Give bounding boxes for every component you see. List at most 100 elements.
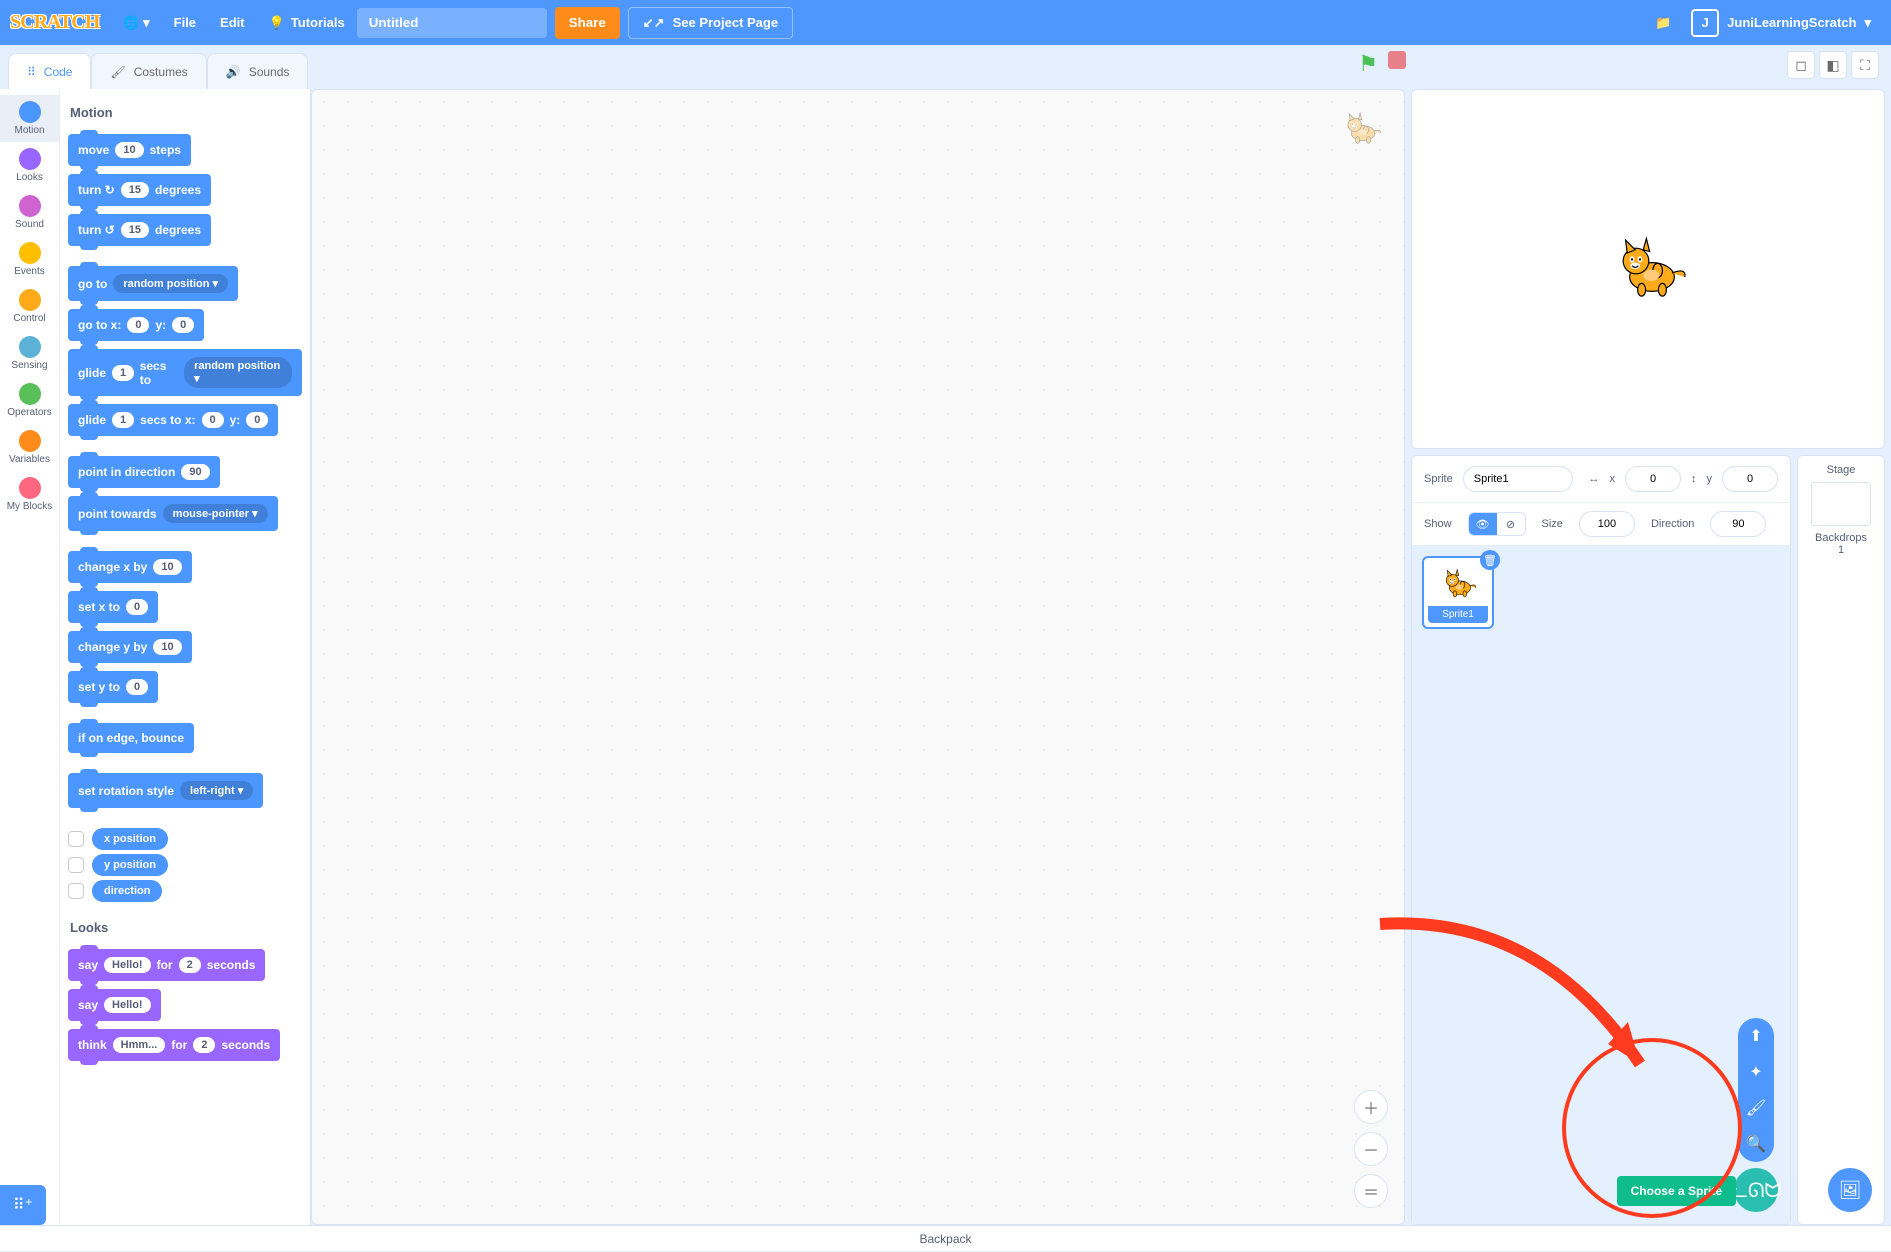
zoom-out-button[interactable]: － [1354, 1132, 1388, 1166]
block-change-y[interactable]: change y by10 [68, 631, 192, 663]
sound-icon: 🔊 [226, 65, 241, 79]
block-goto-menu[interactable]: go torandom position ▾ [68, 266, 238, 301]
sprite-size-input[interactable] [1579, 511, 1635, 537]
annotation-arrow [1360, 904, 1680, 1104]
checkbox-x-position[interactable] [68, 831, 84, 847]
share-button[interactable]: Share [555, 7, 620, 39]
sprite-thumb-sprite1[interactable]: 🗑 Sprite1 [1422, 556, 1494, 629]
block-turn-cw[interactable]: turn ↻15degrees [68, 174, 211, 206]
my-stuff-icon[interactable]: 📁 [1645, 15, 1681, 31]
checkbox-direction[interactable] [68, 883, 84, 899]
scripts-workspace[interactable]: ＋ － ＝ [311, 89, 1405, 1225]
block-set-x[interactable]: set x to0 [68, 591, 158, 623]
account-menu[interactable]: J JuniLearningScratch ▾ [1681, 9, 1881, 37]
cat-face-icon: ᓚᘏᗢ [1731, 1178, 1781, 1203]
backdrops-label: Backdrops [1802, 532, 1880, 544]
block-set-y[interactable]: set y to0 [68, 671, 158, 703]
upload-sprite-icon[interactable]: ⬆ [1738, 1018, 1774, 1054]
reporter-x-position[interactable]: x position [92, 828, 168, 850]
block-glide-xy[interactable]: glide1secs to x:0y:0 [68, 404, 278, 436]
stage-full-button[interactable]: ⛶ [1851, 51, 1879, 79]
tab-code[interactable]: ⠿ Code [8, 53, 91, 89]
tab-sounds-label: Sounds [249, 65, 290, 79]
menu-bar: SCRATCH 🌐 ▾ File Edit 💡 Tutorials Share … [0, 0, 1891, 45]
username-label: JuniLearningScratch [1727, 15, 1856, 30]
reporter-direction[interactable]: direction [92, 880, 162, 902]
show-label: Show [1424, 518, 1452, 530]
block-move-steps[interactable]: move10steps [68, 134, 191, 166]
choose-sprite-button[interactable]: ᓚᘏᗢ [1734, 1168, 1778, 1212]
block-point-direction[interactable]: point in direction90 [68, 456, 220, 488]
block-say-seconds[interactable]: sayHello!for2seconds [68, 949, 265, 981]
reporter-x-position-row: x position [68, 828, 302, 850]
block-rotation-style[interactable]: set rotation styleleft-right ▾ [68, 773, 263, 808]
show-icon[interactable]: 👁 [1469, 513, 1497, 535]
edit-menu[interactable]: Edit [208, 0, 257, 45]
block-palette[interactable]: Motion move10steps turn ↻15degrees turn … [60, 89, 310, 1225]
block-think-seconds[interactable]: thinkHmm...for2seconds [68, 1029, 280, 1061]
category-operators[interactable]: Operators [0, 377, 59, 424]
see-project-label: See Project Page [673, 15, 779, 30]
tab-costumes[interactable]: 🖌 Costumes [91, 53, 206, 89]
category-motion[interactable]: Motion [0, 95, 59, 142]
category-sensing[interactable]: Sensing [0, 330, 59, 377]
sprite-x-input[interactable] [1625, 466, 1681, 492]
category-strip: MotionLooksSoundEventsControlSensingOper… [0, 89, 60, 1225]
tab-sounds[interactable]: 🔊 Sounds [207, 53, 309, 89]
delete-sprite-icon[interactable]: 🗑 [1480, 550, 1500, 570]
y-label: y [1707, 473, 1713, 485]
stage-selector[interactable]: Stage Backdrops 1 🖼 [1797, 455, 1885, 1225]
sprite-watermark-icon [1340, 108, 1382, 150]
paint-sprite-icon[interactable]: 🖌 [1738, 1090, 1774, 1126]
choose-backdrop-button[interactable]: 🖼 [1828, 1168, 1872, 1212]
stage-thumbnail[interactable] [1811, 482, 1871, 526]
project-title-input[interactable] [357, 8, 547, 38]
zoom-in-button[interactable]: ＋ [1354, 1090, 1388, 1124]
category-control[interactable]: Control [0, 283, 59, 330]
checkbox-y-position[interactable] [68, 857, 84, 873]
file-menu[interactable]: File [162, 0, 208, 45]
block-turn-ccw[interactable]: turn ↺15degrees [68, 214, 211, 246]
sprite-name-input[interactable] [1463, 466, 1573, 492]
tutorials-button[interactable]: 💡 Tutorials [257, 0, 357, 45]
search-sprite-icon[interactable]: 🔍 [1738, 1126, 1774, 1162]
block-goto-xy[interactable]: go to x:0y:0 [68, 309, 204, 341]
avatar: J [1691, 9, 1719, 37]
language-menu[interactable]: 🌐 ▾ [111, 0, 161, 45]
looks-header: Looks [70, 920, 302, 935]
surprise-sprite-icon[interactable]: ✦ [1738, 1054, 1774, 1090]
stage-title: Stage [1802, 464, 1880, 476]
category-my-blocks[interactable]: My Blocks [0, 471, 59, 518]
block-glide-menu[interactable]: glide1secs torandom position ▾ [68, 349, 302, 396]
visibility-toggle[interactable]: 👁 ⊘ [1468, 512, 1526, 536]
category-events[interactable]: Events [0, 236, 59, 283]
scratch-logo[interactable]: SCRATCH [10, 11, 99, 34]
category-looks[interactable]: Looks [0, 142, 59, 189]
backpack-bar[interactable]: Backpack [0, 1225, 1891, 1251]
y-icon: ↕ [1691, 473, 1697, 485]
stage-large-button[interactable]: ◧ [1819, 51, 1847, 79]
zoom-reset-button[interactable]: ＝ [1354, 1174, 1388, 1208]
block-say[interactable]: sayHello! [68, 989, 161, 1021]
stage-sprite-cat[interactable] [1608, 229, 1688, 309]
x-icon: ↔ [1589, 473, 1600, 485]
block-point-towards[interactable]: point towardsmouse-pointer ▾ [68, 496, 278, 531]
sprite-y-input[interactable] [1722, 466, 1778, 492]
category-variables[interactable]: Variables [0, 424, 59, 471]
hide-icon[interactable]: ⊘ [1497, 513, 1525, 535]
sprite-direction-input[interactable] [1710, 511, 1766, 537]
add-extension-button[interactable]: ⠿⁺ [0, 1185, 46, 1225]
brush-icon: 🖌 [110, 65, 125, 79]
stage[interactable] [1411, 89, 1885, 449]
see-project-page-button[interactable]: ↙↗ See Project Page [628, 7, 793, 39]
blocks-panel: MotionLooksSoundEventsControlSensingOper… [0, 89, 311, 1225]
direction-label: Direction [1651, 518, 1694, 530]
reporter-y-position[interactable]: y position [92, 854, 168, 876]
stage-small-button[interactable]: ◻ [1787, 51, 1815, 79]
stop-icon[interactable] [1388, 51, 1406, 69]
block-if-edge-bounce[interactable]: if on edge, bounce [68, 723, 194, 753]
category-sound[interactable]: Sound [0, 189, 59, 236]
choose-sprite-tooltip: Choose a Sprite [1617, 1176, 1736, 1206]
block-change-x[interactable]: change x by10 [68, 551, 192, 583]
green-flag-icon[interactable]: ⚑ [1358, 51, 1378, 77]
